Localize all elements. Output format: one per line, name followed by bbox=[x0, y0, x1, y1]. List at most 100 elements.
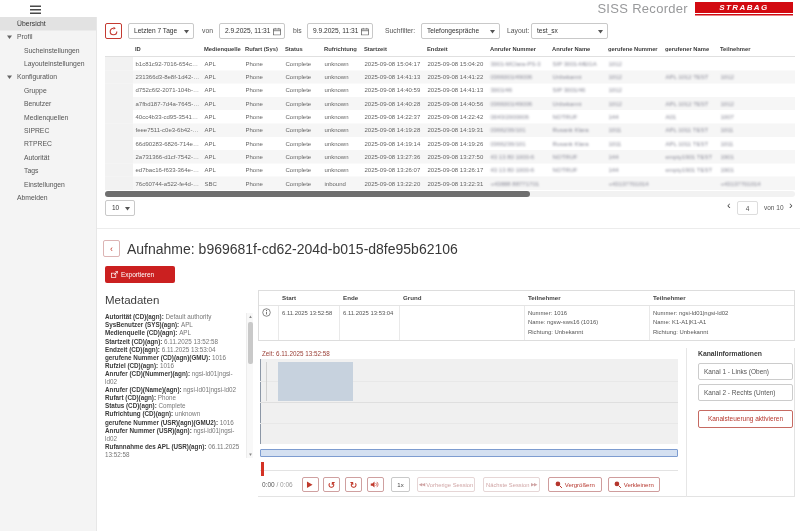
table-cell: 1011 bbox=[606, 127, 663, 134]
export-button[interactable]: Exportieren bbox=[105, 266, 175, 283]
metadata-item: gerufene Nummer (CD)(agn)(GMU): 1016 bbox=[105, 354, 240, 362]
table-cell: 2025-09-08 15:04:20 bbox=[425, 60, 488, 67]
next-session-button[interactable]: Nächste Session ▶▶ bbox=[483, 477, 540, 492]
prev-page-icon[interactable]: ‹ bbox=[727, 199, 731, 212]
scrollbar-thumb[interactable] bbox=[248, 322, 253, 364]
col-teilnehmer1: Teilnehmer bbox=[525, 293, 650, 303]
scroll-up-icon[interactable]: ▲ bbox=[247, 314, 253, 319]
sidebar-item-benutzer[interactable]: Benutzer bbox=[0, 97, 96, 110]
speed-button[interactable]: 1x bbox=[391, 477, 410, 492]
playback-position-marker[interactable] bbox=[261, 462, 264, 476]
sidebar-item-autorit-t[interactable]: Autorität bbox=[0, 151, 96, 164]
table-row[interactable]: a7fbd187-7d4a-7645-a2c8-31f5APLPhoneComp… bbox=[105, 97, 795, 110]
column-header-gerufene-nummer[interactable]: gerufene Nummer bbox=[606, 45, 663, 52]
table-row[interactable]: 40cc4b33-cd95-3541-b7e2-66d0APLPhoneComp… bbox=[105, 110, 795, 123]
menu-icon[interactable] bbox=[30, 6, 41, 15]
table-cell: 144 bbox=[606, 113, 663, 120]
table-cell: 2025-09-08 14:40:56 bbox=[425, 100, 488, 107]
bis-date-input[interactable]: 9.9.2025, 11:31 bbox=[307, 23, 373, 39]
table-row[interactable]: ed7bac16-f633-364e-9c27-81d4APLPhoneComp… bbox=[105, 163, 795, 176]
channel2-button[interactable]: Kanal 2 - Rechts (Unten) bbox=[698, 384, 793, 401]
table-row[interactable]: 66d90283-6826-714e-93a5-28c1APLPhoneComp… bbox=[105, 137, 795, 150]
zoom-out-button[interactable]: Verkleinern bbox=[608, 477, 660, 492]
column-header-rufrichtung[interactable]: Rufrichtung bbox=[322, 45, 362, 52]
metadata-item: Medienquelle (CD)(agn): APL bbox=[105, 329, 240, 337]
page-number-input[interactable]: 4 bbox=[737, 201, 758, 215]
play-button[interactable] bbox=[302, 477, 319, 492]
play-icon bbox=[306, 481, 313, 489]
table-cell: 3001/46 bbox=[488, 87, 550, 94]
metadata-panel: Autorität (CD)(agn): Default authoritySy… bbox=[105, 313, 253, 458]
table-cell: +43137701014 bbox=[718, 180, 795, 187]
column-header-medienquelle[interactable]: Medienquelle bbox=[202, 45, 243, 52]
sidebar-item-abmelden[interactable]: Abmelden bbox=[0, 191, 96, 204]
sidebar-item-tags[interactable]: Tags bbox=[0, 164, 96, 177]
table-row[interactable]: 76c60744-a522-fe4d-a390-12b8SBCPhoneComp… bbox=[105, 177, 795, 190]
channel1-button[interactable]: Kanal 1 - Links (Oben) bbox=[698, 363, 793, 380]
channel2-midline bbox=[260, 423, 678, 424]
table-row[interactable]: b1c81c92-7016-654c-9a31-47c2APLPhoneComp… bbox=[105, 57, 795, 70]
refresh-button[interactable] bbox=[105, 23, 122, 39]
von-date-input[interactable]: 2.9.2025, 11:31 bbox=[219, 23, 285, 39]
sidebar-item-einstellungen[interactable]: Einstellungen bbox=[0, 178, 96, 191]
table-row[interactable]: 231366d3-8e8f-1d42-8bb0-52e7APLPhoneComp… bbox=[105, 70, 795, 83]
col-start: Start bbox=[279, 293, 340, 303]
table-cell: 66d90283-6826-714e-93a5-28c1 bbox=[133, 140, 202, 147]
scrollbar-thumb[interactable] bbox=[105, 191, 530, 197]
table-row[interactable]: feee7511-c0e3-6b42-8d19-74b3APLPhoneComp… bbox=[105, 123, 795, 136]
column-header-anrufer-nummer[interactable]: Anrufer Nummer bbox=[488, 45, 550, 52]
column-header-status[interactable]: Status bbox=[283, 45, 322, 52]
next-page-icon[interactable]: › bbox=[789, 199, 793, 212]
column-header-startzeit[interactable]: Startzeit bbox=[362, 45, 425, 52]
page-size-select[interactable]: 10 bbox=[105, 200, 135, 216]
suchfilter-select[interactable]: Telefongespräche bbox=[421, 23, 500, 39]
table-cell: 2025-09-08 13:22:20 bbox=[362, 180, 425, 187]
back-button[interactable]: ‹ bbox=[103, 240, 120, 257]
scroll-down-icon[interactable]: ▼ bbox=[247, 452, 253, 457]
horizontal-scrollbar[interactable] bbox=[105, 191, 795, 197]
table-cell: Complete bbox=[283, 167, 322, 174]
seek-track[interactable] bbox=[260, 470, 678, 471]
sidebar-item-bersicht[interactable]: Übersicht bbox=[0, 17, 96, 30]
date-range-select[interactable]: Letzten 7 Tage bbox=[128, 23, 194, 39]
sidebar-item-gruppe[interactable]: Gruppe bbox=[0, 84, 96, 97]
sidebar-item-siprec[interactable]: SIPREC bbox=[0, 124, 96, 137]
channel-control-activate-button[interactable]: Kanalsteuerung aktivieren bbox=[698, 410, 793, 428]
waveform-area[interactable] bbox=[260, 359, 678, 444]
sidebar-item-label: Tags bbox=[24, 167, 38, 175]
column-header-gerufener-name[interactable]: gerufener Name bbox=[663, 45, 718, 52]
calendar-icon bbox=[361, 28, 369, 36]
table-cell: APL bbox=[202, 127, 243, 134]
layout-select[interactable]: test_sx bbox=[531, 23, 608, 39]
metadata-item: Anrufer (CD)(Name)(agn): ngsi-ld01|ngsi-… bbox=[105, 386, 240, 394]
table-cell: Phone bbox=[243, 153, 283, 160]
metadata-scrollbar[interactable]: ▲ ▼ bbox=[246, 313, 253, 458]
volume-button[interactable] bbox=[367, 477, 384, 492]
sidebar-item-rtprec[interactable]: RTPREC bbox=[0, 138, 96, 151]
reload-button[interactable]: ↻ bbox=[345, 477, 362, 492]
sidebar-item-label: Profil bbox=[17, 33, 32, 41]
column-header-anrufer-name[interactable]: Anrufer Name bbox=[550, 45, 606, 52]
replay-button[interactable]: ↺ bbox=[323, 477, 340, 492]
sidebar-item-konfiguration[interactable]: Konfiguration bbox=[0, 71, 96, 84]
sidebar-item-medienquellen[interactable]: Medienquellen bbox=[0, 111, 96, 124]
zoom-range-bar[interactable] bbox=[260, 449, 678, 457]
sidebar-item-layouteinstellungen[interactable]: Layouteinstellungen bbox=[0, 57, 96, 70]
table-row[interactable]: d752c6f2-2071-104b-8c45-90aaAPLPhoneComp… bbox=[105, 84, 795, 97]
column-header-id[interactable]: ID bbox=[133, 45, 202, 52]
table-cell: unknown bbox=[322, 153, 362, 160]
column-header-rufart-sys[interactable]: Rufart (Sys) bbox=[243, 45, 283, 52]
sidebar-item-sucheinstellungen[interactable]: Sucheinstellungen bbox=[0, 44, 96, 57]
previous-session-button[interactable]: ◀◀ Vorherige Session bbox=[417, 477, 475, 492]
strabag-logo: STRABAG bbox=[695, 2, 793, 13]
column-header-teilnehmer[interactable]: Teilnehmer bbox=[718, 45, 795, 52]
sidebar-item-profil[interactable]: Profil bbox=[0, 30, 96, 43]
table-row[interactable]: 2a731366-d1cf-7542-b648-05e9APLPhoneComp… bbox=[105, 150, 795, 163]
table-cell: APL 1012 TEST bbox=[663, 73, 718, 80]
zoom-in-button[interactable]: Vergrößern bbox=[548, 477, 602, 492]
session-row[interactable]: 6.11.2025 13:52:58 6.11.2025 13:53:04 Nu… bbox=[259, 306, 794, 340]
chevron-down-icon bbox=[184, 30, 189, 34]
suchfilter-label: Suchfilter: bbox=[385, 27, 415, 35]
table-cell: 231366d3-8e8f-1d42-8bb0-52e7 bbox=[133, 73, 202, 80]
column-header-endzeit[interactable]: Endzeit bbox=[425, 45, 488, 52]
